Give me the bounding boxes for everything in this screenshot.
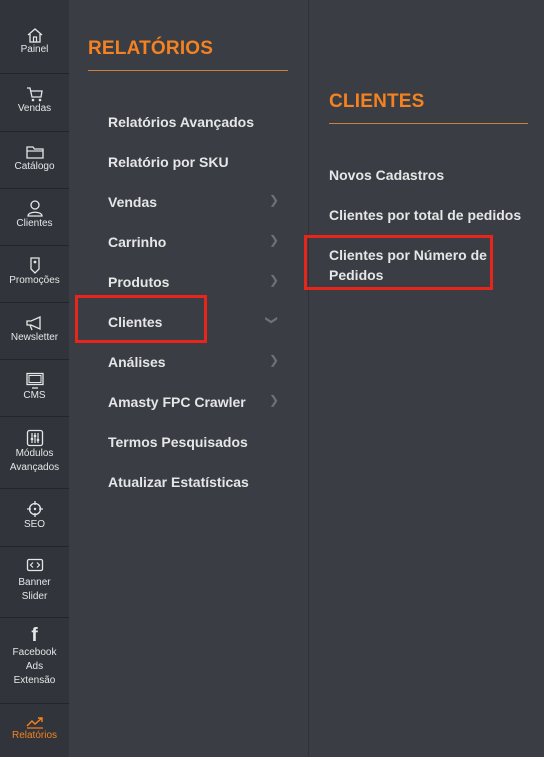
chevron-right-icon: ❯ xyxy=(269,233,280,247)
reports-item-carrinho[interactable]: Carrinho xyxy=(108,234,166,250)
facebook-icon: f xyxy=(31,625,38,646)
nav-facebook-label-1: Facebook xyxy=(12,647,57,658)
nav-modulos-label-1: Módulos xyxy=(15,448,54,459)
home-icon xyxy=(27,28,42,43)
chevron-right-icon: ❯ xyxy=(269,353,280,367)
clients-item-total-pedidos[interactable]: Clientes por total de pedidos xyxy=(329,207,521,223)
nav-seo-label: SEO xyxy=(23,519,46,530)
tag-icon xyxy=(29,257,40,274)
nav-vendas-label: Vendas xyxy=(17,103,52,114)
admin-sidebar: Painel Vendas Catálogo Clientes Promoçõe… xyxy=(0,0,69,757)
nav-facebook-label-2: Ads xyxy=(25,661,44,672)
nav-catalogo[interactable]: Catálogo xyxy=(0,132,69,189)
reports-title-rule xyxy=(88,70,288,71)
reports-submenu: RELATÓRIOS Relatórios Avançados Relatóri… xyxy=(69,0,309,757)
nav-vendas[interactable]: Vendas xyxy=(0,74,69,132)
nav-modulos-avancados[interactable]: Módulos Avançados xyxy=(0,417,69,489)
user-icon xyxy=(26,200,43,217)
nav-cms-label: CMS xyxy=(23,390,46,401)
nav-painel[interactable]: Painel xyxy=(0,0,69,74)
nav-banner-slider[interactable]: Banner Slider xyxy=(0,547,69,618)
megaphone-icon xyxy=(25,315,41,331)
clients-title-rule xyxy=(329,123,528,124)
code-icon xyxy=(26,558,43,572)
clients-item-novos-cadastros[interactable]: Novos Cadastros xyxy=(329,167,444,183)
reports-item-vendas[interactable]: Vendas xyxy=(108,194,157,210)
nav-cms[interactable]: CMS xyxy=(0,360,69,417)
nav-promocoes[interactable]: Promoções xyxy=(0,246,69,303)
chart-icon xyxy=(26,717,43,729)
nav-banner-label-1: Banner xyxy=(18,577,51,588)
nav-clientes[interactable]: Clientes xyxy=(0,189,69,246)
highlight-box-clientes xyxy=(75,295,207,343)
nav-relatorios[interactable]: Relatórios xyxy=(0,704,69,757)
monitor-icon xyxy=(25,372,44,389)
nav-banner-label-2: Slider xyxy=(21,591,48,602)
nav-seo[interactable]: SEO xyxy=(0,489,69,547)
highlight-box-numero-pedidos xyxy=(304,235,493,290)
reports-item-produtos[interactable]: Produtos xyxy=(108,274,169,290)
nav-painel-label: Painel xyxy=(20,44,49,55)
reports-item-relatorio-sku[interactable]: Relatório por SKU xyxy=(108,154,229,170)
chevron-right-icon: ❯ xyxy=(269,393,280,407)
chevron-right-icon: ❯ xyxy=(269,273,280,287)
clients-title: CLIENTES xyxy=(329,91,425,112)
nav-relatorios-label: Relatórios xyxy=(11,730,58,741)
nav-catalogo-label: Catálogo xyxy=(14,161,55,172)
nav-newsletter-label: Newsletter xyxy=(10,332,59,343)
crosshair-icon xyxy=(26,501,43,517)
reports-item-termos-pesquisados[interactable]: Termos Pesquisados xyxy=(108,434,248,450)
nav-facebook-ads[interactable]: f Facebook Ads Extensão xyxy=(0,618,69,704)
cart-icon xyxy=(26,87,43,102)
folder-icon xyxy=(25,146,44,159)
sliders-icon xyxy=(26,429,43,447)
nav-modulos-label-2: Avançados xyxy=(9,462,60,473)
nav-promocoes-label: Promoções xyxy=(9,275,60,286)
nav-clientes-label: Clientes xyxy=(16,218,53,229)
chevron-down-icon: ❯ xyxy=(265,314,280,326)
reports-item-analises[interactable]: Análises xyxy=(108,354,166,370)
reports-item-amasty-fpc[interactable]: Amasty FPC Crawler xyxy=(108,394,246,410)
nav-newsletter[interactable]: Newsletter xyxy=(0,303,69,360)
nav-facebook-label-3: Extensão xyxy=(13,675,56,686)
reports-item-atualizar-estatisticas[interactable]: Atualizar Estatísticas xyxy=(108,474,249,490)
reports-title: RELATÓRIOS xyxy=(88,38,214,59)
clients-submenu: CLIENTES Novos Cadastros Clientes por to… xyxy=(309,0,544,757)
reports-item-relatorios-avancados[interactable]: Relatórios Avançados xyxy=(108,114,254,130)
chevron-right-icon: ❯ xyxy=(269,193,280,207)
